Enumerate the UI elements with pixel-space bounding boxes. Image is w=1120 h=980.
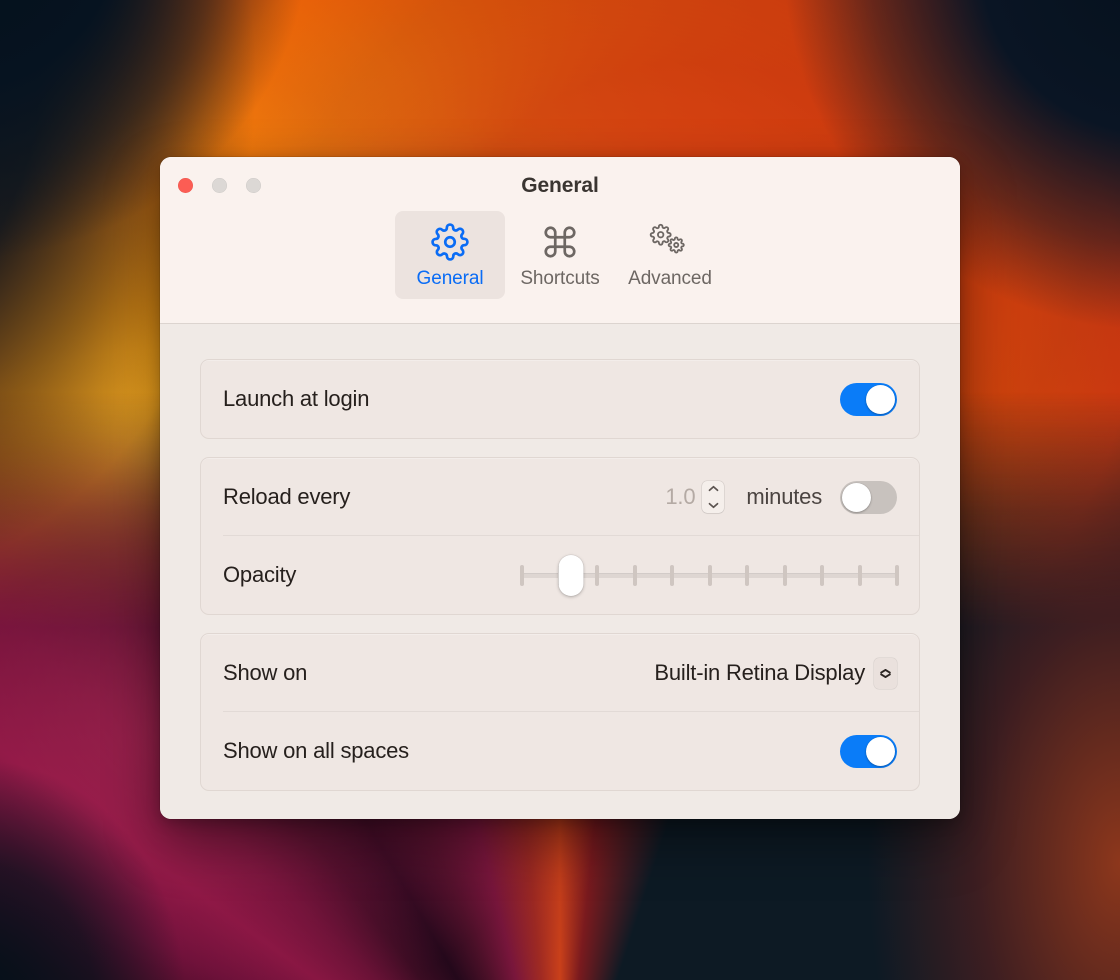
reload-interval-value[interactable]: 1.0: [665, 484, 695, 510]
opacity-slider[interactable]: [520, 554, 899, 596]
tab-general-label: General: [416, 268, 484, 289]
reload-every-unit-label: minutes: [746, 484, 822, 509]
slider-tick: [595, 565, 599, 586]
tab-general[interactable]: General: [395, 211, 505, 299]
reload-every-toggle[interactable]: [840, 480, 897, 514]
command-key-icon: [541, 222, 579, 262]
tab-advanced[interactable]: Advanced: [615, 211, 725, 299]
launch-at-login-label: Launch at login: [223, 386, 370, 411]
show-on-selected-value: Built-in Retina Display: [654, 660, 865, 685]
tab-advanced-label: Advanced: [628, 268, 712, 289]
launch-at-login-toggle[interactable]: [840, 382, 897, 416]
slider-tick: [857, 565, 862, 586]
chevron-up-icon: [708, 485, 719, 492]
tab-shortcuts[interactable]: Shortcuts: [505, 211, 615, 299]
reload-interval-field: 1.0: [665, 481, 725, 513]
reload-every-control: 1.0 minutes: [665, 480, 897, 514]
toggle-knob: [866, 736, 895, 766]
chevron-down-icon: [708, 502, 719, 509]
show-on-all-spaces-control: [840, 734, 897, 768]
opacity-control: [520, 554, 899, 596]
toggle-knob: [842, 482, 871, 512]
stepper-decrement[interactable]: [702, 497, 724, 513]
chevron-up-down-icon: [874, 657, 897, 689]
slider-tick: [895, 565, 899, 586]
slider-thumb[interactable]: [558, 555, 584, 596]
row-opacity: Opacity: [201, 536, 919, 614]
slider-tick: [745, 565, 749, 586]
row-show-on-all-spaces: Show on all spaces: [201, 712, 919, 790]
row-show-on: Show on Built-in Retina Display: [201, 634, 919, 712]
preferences-window: General General Shortcuts Advanced Launc…: [160, 157, 960, 819]
toolbar-tabs: General Shortcuts Advanced: [160, 211, 960, 299]
settings-group-placement: Show on Built-in Retina Display Show on …: [200, 633, 920, 791]
show-on-control: Built-in Retina Display: [654, 657, 897, 689]
settings-group-startup: Launch at login: [200, 359, 920, 439]
show-on-all-spaces-label: Show on all spaces: [223, 738, 409, 763]
slider-tick: [670, 565, 674, 586]
row-reload-every: Reload every 1.0 minutes: [201, 458, 919, 536]
double-gear-icon: [648, 222, 692, 262]
row-launch-at-login: Launch at login: [201, 360, 919, 438]
slider-tick: [820, 565, 824, 586]
gear-icon: [431, 222, 469, 262]
show-on-popup-button[interactable]: Built-in Retina Display: [654, 657, 897, 689]
window-toolbar: General General Shortcuts Advanced: [160, 157, 960, 324]
show-on-all-spaces-toggle[interactable]: [840, 734, 897, 768]
reload-interval-stepper[interactable]: [702, 481, 725, 513]
slider-tick: [632, 565, 637, 586]
window-title: General: [521, 174, 599, 197]
tab-shortcuts-label: Shortcuts: [520, 268, 600, 289]
slider-tick: [782, 565, 787, 586]
show-on-label: Show on: [223, 660, 308, 685]
launch-at-login-control: [840, 382, 897, 416]
desktop-wallpaper: General General Shortcuts Advanced Launc…: [0, 0, 1120, 980]
slider-tick: [707, 565, 712, 586]
toggle-knob: [866, 384, 895, 414]
stepper-increment[interactable]: [702, 481, 724, 497]
slider-tick: [520, 565, 524, 586]
settings-group-display-behavior: Reload every 1.0 minutes Opacity: [200, 457, 920, 615]
settings-content: Launch at login Reload every 1.0 minutes…: [160, 324, 960, 819]
opacity-label: Opacity: [223, 562, 297, 587]
reload-every-label: Reload every: [223, 484, 351, 509]
